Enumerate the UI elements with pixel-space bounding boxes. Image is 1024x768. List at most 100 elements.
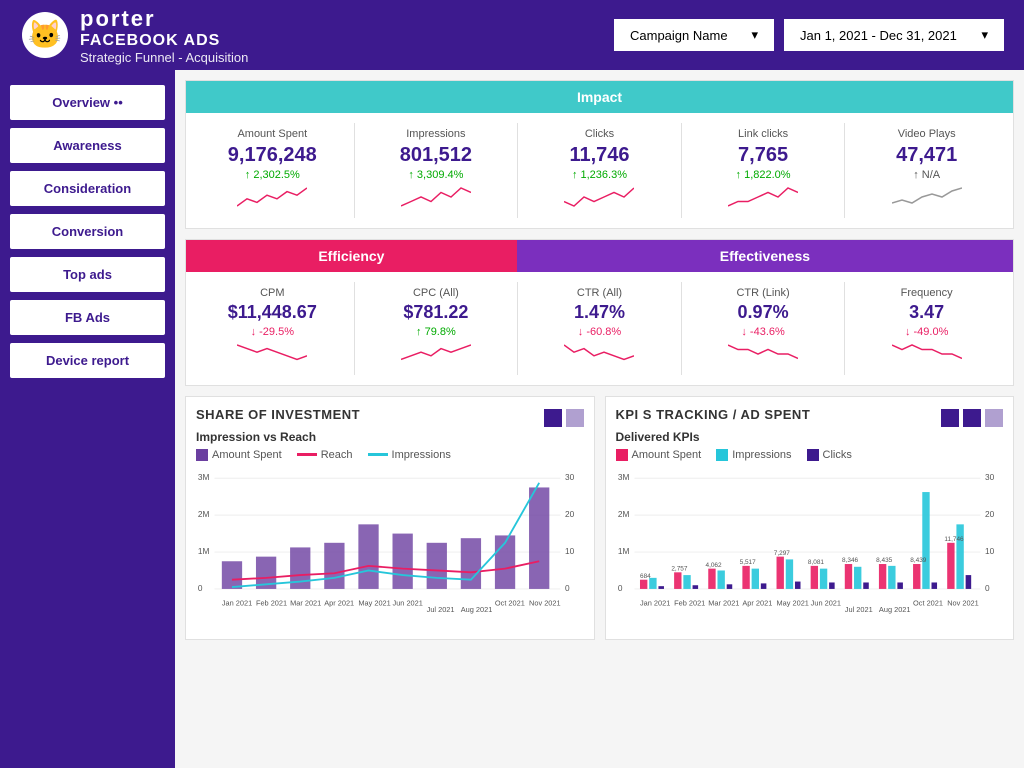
soi-ctrl-2[interactable] <box>566 409 584 427</box>
svg-text:0: 0 <box>565 582 570 592</box>
svg-text:7,297: 7,297 <box>773 549 790 556</box>
kpi-legend-impressions-label: Impressions <box>732 449 791 461</box>
svg-text:0: 0 <box>617 582 622 592</box>
svg-text:May 2021: May 2021 <box>776 598 808 607</box>
kpi-tracking-title: KPI s TRACKING / AD SPENT <box>616 407 811 422</box>
svg-text:🐱: 🐱 <box>28 19 63 50</box>
svg-text:30: 30 <box>985 472 995 482</box>
campaign-dropdown-arrow: ▾ <box>751 27 758 43</box>
eff-sparkline-3 <box>728 343 798 365</box>
kpi-legend-amount-label: Amount Spent <box>632 449 702 461</box>
impact-metric-4: Video Plays 47,471 ↑ N/A <box>845 123 1008 218</box>
sidebar-item-awareness[interactable]: Awareness <box>10 128 165 163</box>
metric-label-2: Clicks <box>523 128 676 140</box>
efficiency-header: Efficiency <box>186 240 517 272</box>
metric-label-1: Impressions <box>360 128 513 140</box>
soi-legend-impressions-label: Impressions <box>392 449 451 461</box>
soi-legend: Amount Spent Reach Impressions <box>196 449 584 461</box>
svg-text:11,746: 11,746 <box>944 536 964 543</box>
sparkline-4 <box>892 186 962 208</box>
svg-text:Apr 2021: Apr 2021 <box>742 598 772 607</box>
svg-text:Jun 2021: Jun 2021 <box>810 598 840 607</box>
soi-chart-svg: 3M 2M 1M 0 30 20 10 0 <box>196 469 583 617</box>
svg-text:Oct 2021: Oct 2021 <box>913 598 943 607</box>
eff-metric-change-0: ↓ -29.5% <box>196 326 349 338</box>
impact-section: Impact Amount Spent 9,176,248 ↑ 2,302.5%… <box>185 80 1014 229</box>
svg-text:3M: 3M <box>617 472 629 482</box>
kpi-chart-controls <box>941 409 1003 427</box>
kpi-chart-area: 3M 2M 1M 0 30 20 10 0 <box>616 469 1004 629</box>
date-dropdown[interactable]: Jan 1, 2021 - Dec 31, 2021 ▾ <box>784 19 1004 51</box>
metric-value-2: 11,746 <box>523 143 676 167</box>
sidebar-item-conversion[interactable]: Conversion <box>10 214 165 249</box>
kpi-chart-svg: 3M 2M 1M 0 30 20 10 0 <box>616 469 1003 617</box>
campaign-dropdown[interactable]: Campaign Name ▾ <box>614 19 774 51</box>
impact-metric-0: Amount Spent 9,176,248 ↑ 2,302.5% <box>191 123 354 218</box>
svg-text:Oct 2021: Oct 2021 <box>495 598 525 607</box>
sidebar-item-fb-ads[interactable]: FB Ads <box>10 300 165 335</box>
sidebar-item-consideration[interactable]: Consideration <box>10 171 165 206</box>
svg-text:10: 10 <box>985 545 995 555</box>
effectiveness-header: Effectiveness <box>517 240 1013 272</box>
eff-metric-label-2: CTR (All) <box>523 287 676 299</box>
svg-text:Nov 2021: Nov 2021 <box>947 598 979 607</box>
svg-text:2M: 2M <box>617 509 629 519</box>
svg-text:4,062: 4,062 <box>705 561 722 568</box>
eff-sparkline-0 <box>237 343 307 365</box>
kpi-ctrl-1[interactable] <box>941 409 959 427</box>
kpi-ctrl-2[interactable] <box>963 409 981 427</box>
svg-text:0: 0 <box>198 582 203 592</box>
date-dropdown-label: Jan 1, 2021 - Dec 31, 2021 <box>800 28 957 43</box>
svg-text:2M: 2M <box>198 509 210 519</box>
impact-metric-2: Clicks 11,746 ↑ 1,236.3% <box>518 123 681 218</box>
svg-text:Jan 2021: Jan 2021 <box>639 598 669 607</box>
soi-legend-reach-label: Reach <box>321 449 353 461</box>
metric-change-1: ↑ 3,309.4% <box>360 169 513 181</box>
svg-text:Jul 2021: Jul 2021 <box>427 605 455 614</box>
soi-legend-amount-label: Amount Spent <box>212 449 282 461</box>
metric-value-3: 7,765 <box>687 143 840 167</box>
logo-area: 🐱 porter FACEBOOK ADS Strategic Funnel -… <box>20 6 248 65</box>
eff-metric-label-0: CPM <box>196 287 349 299</box>
eff-sparkline-4 <box>892 343 962 365</box>
kpi-ctrl-3[interactable] <box>985 409 1003 427</box>
soi-chart-controls <box>544 409 584 427</box>
eff-metric-change-4: ↓ -49.0% <box>850 326 1003 338</box>
impact-header: Impact <box>186 81 1013 113</box>
metric-value-0: 9,176,248 <box>196 143 349 167</box>
header: 🐱 porter FACEBOOK ADS Strategic Funnel -… <box>0 0 1024 70</box>
eff-metric-3: CTR (Link) 0.97% ↓ -43.6% <box>682 282 845 375</box>
svg-text:Feb 2021: Feb 2021 <box>256 598 287 607</box>
main-content: Overview •• Awareness Consideration Convers… <box>0 70 1024 768</box>
svg-text:20: 20 <box>985 509 995 519</box>
svg-text:0: 0 <box>985 582 990 592</box>
sidebar-item-top-ads[interactable]: Top ads <box>10 257 165 292</box>
eff-metric-label-3: CTR (Link) <box>687 287 840 299</box>
sparkline-0 <box>237 186 307 208</box>
sidebar-item-device-report[interactable]: Device report <box>10 343 165 378</box>
soi-chart-area: 3M 2M 1M 0 30 20 10 0 <box>196 469 584 629</box>
soi-legend-impressions-icon <box>368 453 388 456</box>
bottom-charts: SHARE OF INVESTMENT Impression vs Reach … <box>185 396 1014 640</box>
header-dropdowns: Campaign Name ▾ Jan 1, 2021 - Dec 31, 20… <box>614 19 1004 51</box>
svg-text:8,435: 8,435 <box>876 557 893 564</box>
soi-ctrl-1[interactable] <box>544 409 562 427</box>
porter-logo-icon: 🐱 <box>20 10 70 60</box>
content-area: Impact Amount Spent 9,176,248 ↑ 2,302.5%… <box>175 70 1024 768</box>
impact-metric-3: Link clicks 7,765 ↑ 1,822.0% <box>682 123 845 218</box>
svg-text:Aug 2021: Aug 2021 <box>461 605 493 614</box>
eff-metric-value-3: 0.97% <box>687 302 840 324</box>
kpi-legend-clicks: Clicks <box>807 449 852 461</box>
metric-change-4: ↑ N/A <box>850 169 1003 181</box>
svg-text:1M: 1M <box>198 545 210 555</box>
svg-text:Jan 2021: Jan 2021 <box>222 598 252 607</box>
svg-text:Mar 2021: Mar 2021 <box>708 598 739 607</box>
metric-value-1: 801,512 <box>360 143 513 167</box>
soi-legend-amount-icon <box>196 449 208 461</box>
campaign-dropdown-label: Campaign Name <box>630 28 728 43</box>
svg-text:8,346: 8,346 <box>842 557 859 564</box>
sidebar-item-overview[interactable]: Overview •• <box>10 85 165 120</box>
metric-change-0: ↑ 2,302.5% <box>196 169 349 181</box>
date-dropdown-arrow: ▾ <box>981 27 988 43</box>
eff-metric-change-3: ↓ -43.6% <box>687 326 840 338</box>
